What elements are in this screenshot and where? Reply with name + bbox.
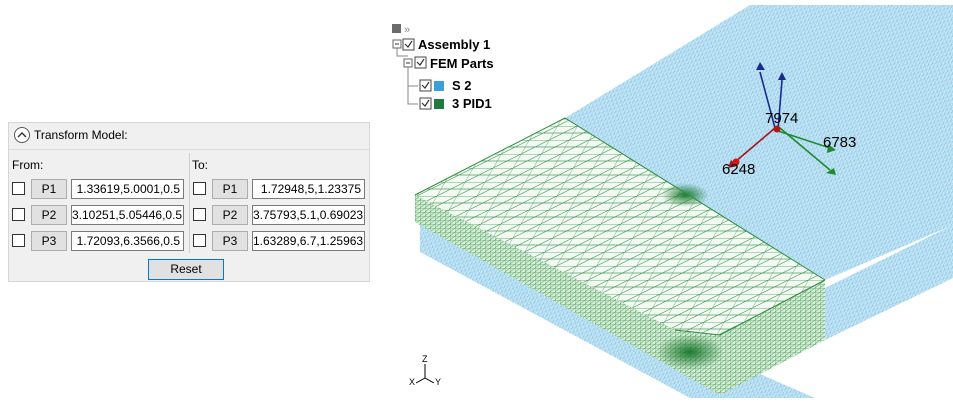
to-p1-button[interactable]: P1 [212, 179, 248, 199]
from-row-p1: P1 1.33619,5.0001,0.5 [12, 179, 188, 199]
panel-header: Transform Model: [9, 123, 369, 150]
to-p2-checkbox[interactable] [193, 208, 206, 221]
axis-y-label: Y [435, 377, 441, 387]
from-p3-field[interactable]: 1.72093,6.3566,0.5 [71, 231, 184, 251]
axis-z-label: Z [422, 354, 428, 364]
s2-checkbox [419, 79, 432, 92]
from-p3-button[interactable]: P3 [31, 231, 67, 251]
node-label-right: 6783 [823, 134, 856, 151]
to-p3-button[interactable]: P3 [212, 231, 248, 251]
to-p2-field[interactable]: 3.75793,5.1,0.69023 [252, 205, 365, 225]
tree-label-pid1: 3 PID1 [452, 96, 492, 111]
tree-label-s2: S 2 [452, 78, 472, 93]
axis-x-label: X [409, 377, 415, 387]
from-p2-checkbox[interactable] [12, 208, 25, 221]
to-label: To: [192, 158, 209, 172]
tree-root-icon [392, 24, 401, 33]
from-row-p2: P2 3.10251,5.05446,0.5 [12, 205, 188, 225]
tree-label-fem-parts: FEM Parts [430, 56, 494, 71]
to-p1-checkbox[interactable] [193, 182, 206, 195]
node-label-left: 6248 [722, 161, 755, 178]
from-p1-field[interactable]: 1.33619,5.0001,0.5 [71, 179, 184, 199]
from-label: From: [12, 158, 44, 172]
tree-node-pid1[interactable]: 3 PID1 [419, 96, 492, 111]
from-p2-button[interactable]: P2 [31, 205, 67, 225]
tree-node-s2[interactable]: S 2 [419, 78, 472, 93]
model-tree: » Assembly 1 FEM Parts S 2 3 PID1 [392, 24, 494, 111]
model-viewport[interactable]: 7974 6783 6248 Z X Y » Assembly 1 FEM Pa… [390, 0, 953, 398]
viewport-canvas[interactable]: 7974 6783 6248 Z X Y » Assembly 1 FEM Pa… [390, 0, 953, 398]
node-label-top: 7974 [765, 110, 798, 127]
from-row-p3: P3 1.72093,6.3566,0.5 [12, 231, 188, 251]
from-p1-checkbox[interactable] [12, 182, 25, 195]
tree-label-assembly: Assembly 1 [418, 37, 490, 52]
expand-all-icon: » [404, 24, 410, 36]
collapse-icon[interactable] [14, 127, 30, 143]
from-p2-field[interactable]: 3.10251,5.05446,0.5 [71, 205, 184, 225]
from-p1-button[interactable]: P1 [31, 179, 67, 199]
assembly-checkbox [402, 38, 415, 51]
tree-node-fem-parts[interactable]: FEM Parts [403, 56, 494, 71]
dense-mesh-region [656, 334, 724, 370]
reset-button[interactable]: Reset [148, 259, 224, 280]
tree-node-assembly[interactable]: Assembly 1 [392, 37, 490, 52]
to-row-p1: P1 1.72948,5,1.23375 [193, 179, 369, 199]
transform-model-panel: Transform Model: From: To: P1 1.33619,5.… [8, 122, 370, 282]
s2-color-swatch [434, 81, 444, 91]
to-p1-field[interactable]: 1.72948,5,1.23375 [252, 179, 365, 199]
from-p3-checkbox[interactable] [12, 234, 25, 247]
to-p2-button[interactable]: P2 [212, 205, 248, 225]
to-p3-checkbox[interactable] [193, 234, 206, 247]
pid1-color-swatch [434, 99, 444, 109]
pid1-checkbox [419, 97, 432, 110]
to-p3-field[interactable]: 1.63289,6.7,1.25963 [252, 231, 365, 251]
panel-title: Transform Model: [34, 128, 128, 142]
to-row-p2: P2 3.75793,5.1,0.69023 [193, 205, 369, 225]
to-row-p3: P3 1.63289,6.7,1.25963 [193, 231, 369, 251]
axis-triad: Z X Y [409, 354, 441, 387]
fem-parts-checkbox [414, 56, 427, 69]
group-divider [189, 153, 190, 253]
